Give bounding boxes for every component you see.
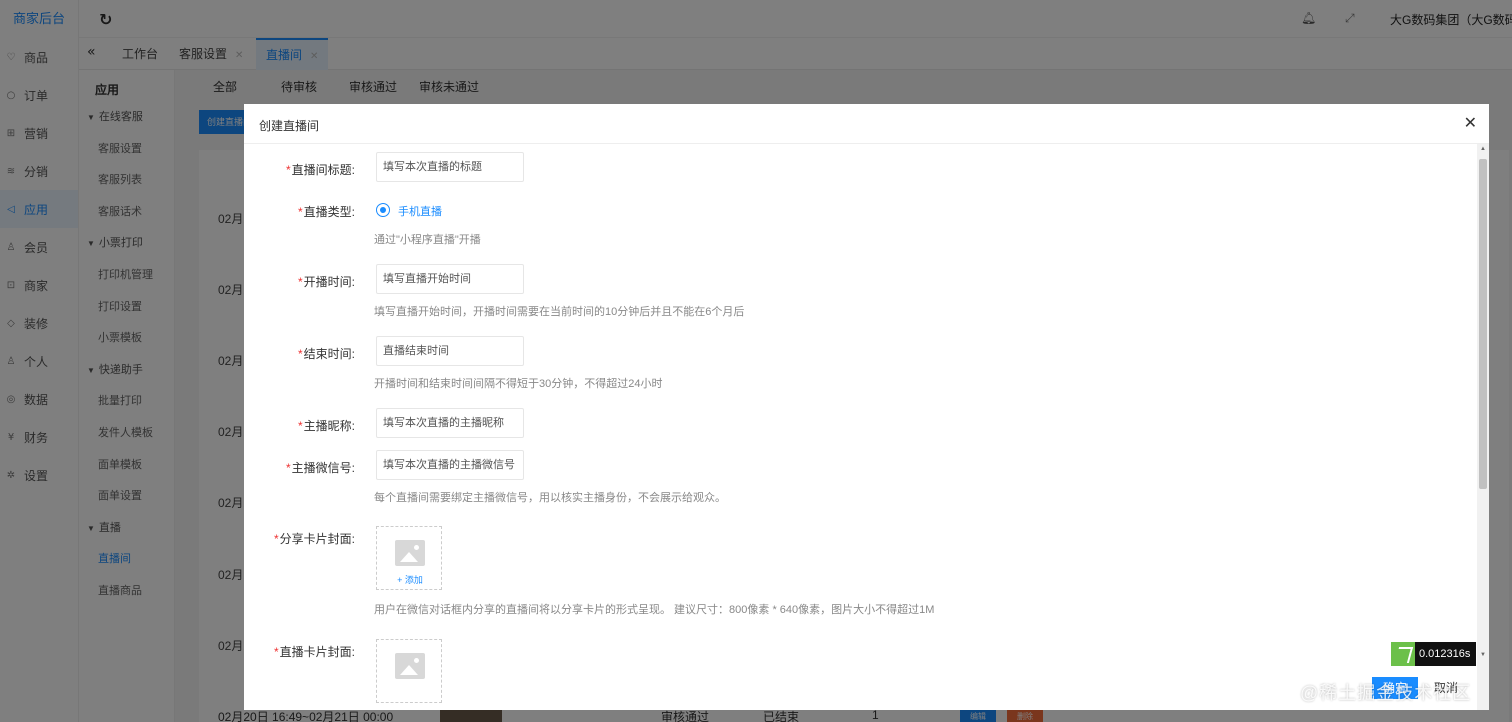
live-cover-upload[interactable] bbox=[376, 639, 442, 703]
radio-mobile-live[interactable] bbox=[376, 203, 390, 217]
dialog-title: 创建直播间 bbox=[259, 119, 320, 133]
field-hint: 每个直播间需要绑定主播微信号，用以核实主播身份，不会展示给观众。 bbox=[374, 492, 726, 504]
watermark: @稀土掘金技术社区 bbox=[1300, 683, 1472, 703]
field-label: *直播类型: bbox=[297, 205, 355, 219]
field-label: *结束时间: bbox=[297, 347, 355, 361]
field-label: *主播微信号: bbox=[285, 461, 355, 475]
add-image-label: + 添加 bbox=[397, 575, 423, 585]
close-icon[interactable]: ✕ bbox=[1464, 113, 1477, 132]
field-label: *直播卡片封面: bbox=[273, 645, 355, 659]
create-live-dialog: 创建直播间 ✕ *直播间标题: *直播类型: 手机直播 通过"小程序直播"开播 … bbox=[244, 104, 1489, 710]
anchor-name-input[interactable] bbox=[376, 408, 524, 438]
field-hint: 用户在微信对话框内分享的直播间将以分享卡片的形式呈现。 建议尺寸：800像素 *… bbox=[374, 604, 935, 616]
scroll-down-icon[interactable]: ▼ bbox=[1480, 652, 1486, 658]
field-label: *分享卡片封面: bbox=[273, 532, 355, 546]
field-hint: 填写直播开始时间，开播时间需要在当前时间的10分钟后并且不能在6个月后 bbox=[374, 306, 745, 318]
field-hint: 开播时间和结束时间间隔不得短于30分钟，不得超过24小时 bbox=[374, 378, 663, 390]
timer-logo-icon bbox=[1391, 642, 1415, 666]
anchor-wechat-input[interactable] bbox=[376, 450, 524, 480]
field-hint: 通过"小程序直播"开播 bbox=[374, 234, 481, 246]
perf-timer: 0.012316s bbox=[1391, 642, 1476, 666]
image-placeholder-icon bbox=[395, 540, 425, 566]
share-cover-upload[interactable]: + 添加 bbox=[376, 526, 442, 590]
end-time-input[interactable] bbox=[376, 336, 524, 366]
timer-value: 0.012316s bbox=[1419, 648, 1471, 660]
scroll-up-icon[interactable]: ▲ bbox=[1480, 146, 1486, 152]
start-time-input[interactable] bbox=[376, 264, 524, 294]
dialog-header: 创建直播间 ✕ bbox=[244, 104, 1489, 144]
scrollbar-thumb[interactable] bbox=[1479, 159, 1487, 489]
title-input[interactable] bbox=[376, 152, 524, 182]
field-label: *主播昵称: bbox=[297, 419, 355, 433]
radio-label[interactable]: 手机直播 bbox=[398, 203, 442, 219]
field-label: *直播间标题: bbox=[285, 163, 355, 177]
field-label: *开播时间: bbox=[297, 275, 355, 289]
image-placeholder-icon bbox=[395, 653, 425, 679]
